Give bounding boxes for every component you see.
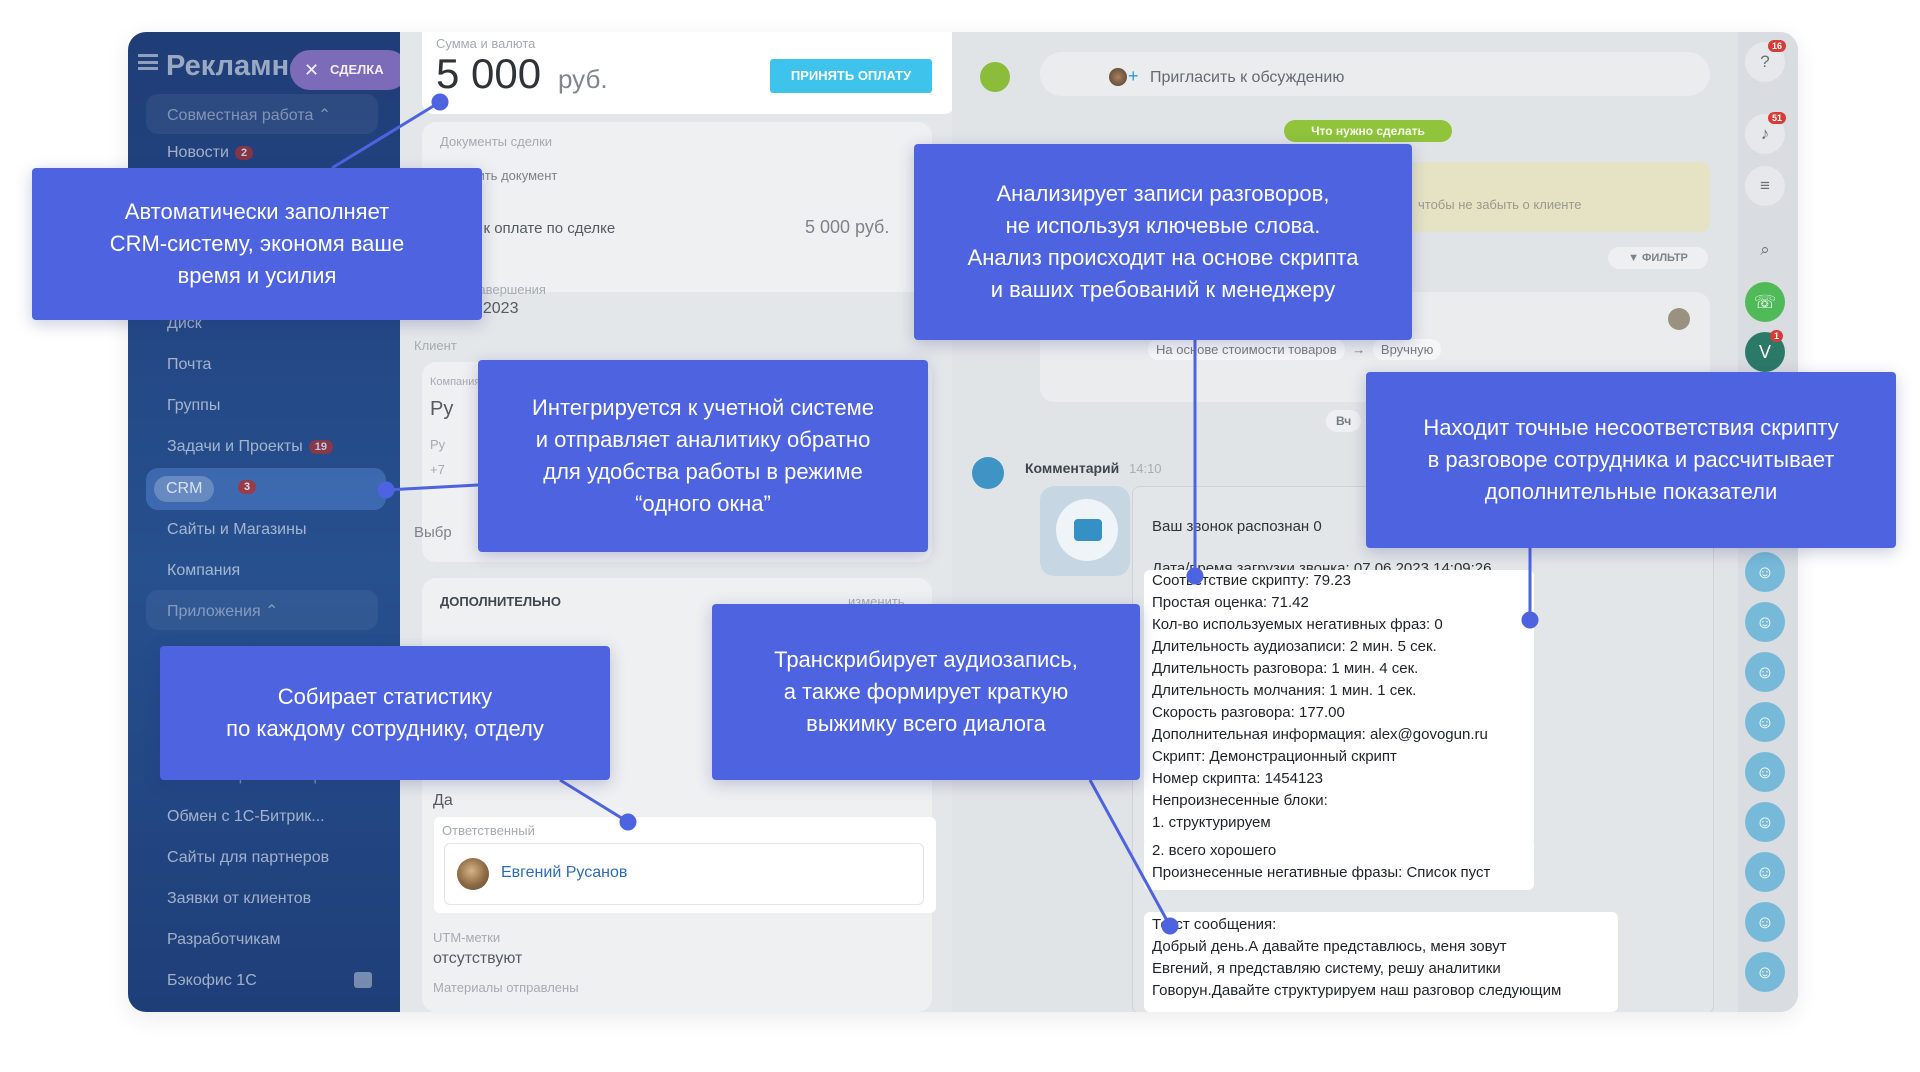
connector-dot <box>1521 611 1539 629</box>
callout-line: не используя ключевые слова. <box>1005 213 1321 238</box>
callout-line: Автоматически заполняет <box>124 199 390 224</box>
callout-analysis: Анализирует записи разговоров, не исполь… <box>914 144 1412 340</box>
callout-line: и ваших требований к менеджеру <box>990 277 1336 302</box>
callout-line: по каждому сотруднику, отделу <box>226 716 544 741</box>
callout-line: Собирает статистику <box>277 684 493 709</box>
callout-line: время и усилия <box>177 263 337 288</box>
callout-line: CRM-систему, экономя ваше <box>109 231 405 256</box>
connector-line <box>559 778 629 824</box>
connector-line <box>1088 779 1172 927</box>
callout-line: Транскрибирует аудиозапись, <box>774 647 1078 672</box>
callout-line: для удобства работы в режиме <box>543 459 863 484</box>
callout-line: “одного окна” <box>635 491 771 516</box>
callout-line: а также формирует краткую <box>783 679 1069 704</box>
callout-autofill: Автоматически заполняет CRM-систему, эко… <box>32 168 482 320</box>
callout-transcription: Транскрибирует аудиозапись, а также форм… <box>712 604 1140 780</box>
callout-line: Анализирует записи разговоров, <box>996 181 1330 206</box>
callout-line: Интегрируется к учетной системе <box>532 395 874 420</box>
callout-line: выжимку всего диалога <box>806 711 1046 736</box>
connector-dot <box>1161 917 1179 935</box>
callout-statistics: Собирает статистику по каждому сотрудник… <box>160 646 610 780</box>
connector-dot <box>619 813 637 831</box>
callout-mismatch: Находит точные несоответствия скрипту в … <box>1366 372 1896 548</box>
callout-line: Находит точные несоответствия скрипту <box>1423 415 1839 440</box>
callout-line: и отправляет аналитику обратно <box>535 427 871 452</box>
connector-line <box>331 100 441 170</box>
callout-line: дополнительные показатели <box>1484 479 1778 504</box>
connector-dot <box>1186 567 1204 585</box>
callout-line: Анализ происходит на основе скрипта <box>967 245 1359 270</box>
connector-dot <box>377 481 395 499</box>
connector-line <box>385 483 479 492</box>
callout-integration: Интегрируется к учетной системе и отправ… <box>478 360 928 552</box>
connector-dot <box>431 93 449 111</box>
callout-line: в разговоре сотрудника и рассчитывает <box>1427 447 1835 472</box>
